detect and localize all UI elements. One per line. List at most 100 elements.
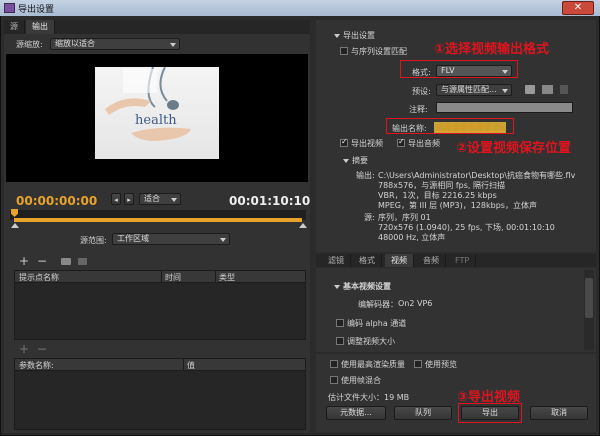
tab-video[interactable]: 视频 (385, 254, 414, 267)
video-basic-title: 基本视频设置 (343, 282, 391, 291)
left-tab-bar: 源 输出 (4, 20, 310, 34)
add-param-icon: + (19, 342, 30, 356)
mark-out-button[interactable]: ▸ (124, 193, 134, 205)
use-preview-label: 使用预览 (425, 360, 457, 369)
cue-col-time[interactable]: 时间 (165, 272, 181, 283)
cancel-button[interactable]: 取消 (530, 406, 588, 420)
source-range-dropdown[interactable]: 工作区域 (112, 233, 230, 245)
tab-format[interactable]: 格式 (353, 254, 382, 267)
match-sequence-label: 与序列设置匹配 (351, 47, 407, 56)
duration-timecode: 00:01:10:10 (229, 194, 311, 208)
in-point-icon[interactable] (11, 223, 19, 228)
cue-import-icon[interactable] (78, 258, 87, 265)
encode-alpha-label: 编码 alpha 通道 (347, 319, 407, 328)
cue-settings-icon[interactable] (61, 258, 71, 265)
col-divider (215, 271, 216, 283)
mark-in-button[interactable]: ◂ (111, 193, 121, 205)
source-range-label: 源范围: (80, 236, 107, 245)
collapse-icon (334, 284, 340, 289)
work-area-bar[interactable] (14, 218, 302, 222)
preset-dropdown[interactable]: 与源属性匹配... (436, 84, 512, 96)
comment-input[interactable] (436, 102, 573, 113)
remove-param-icon: − (37, 342, 48, 356)
app-icon (4, 3, 15, 13)
param-col-value[interactable]: 值 (187, 360, 195, 371)
source-range-value: 工作区域 (117, 234, 149, 243)
comment-label: 注释: (409, 105, 428, 114)
summary-source-label: 源: (364, 213, 375, 222)
param-col-name[interactable]: 参数名称: (19, 360, 54, 371)
tab-ftp[interactable]: FTP (449, 254, 477, 267)
param-table-header (15, 359, 305, 371)
summary-output-line: MPEG，第 III 层 (MP3)，128kbps，立体声 (378, 201, 537, 210)
format-highlight-box (400, 60, 518, 78)
annotation-1: ①选择视频输出格式 (434, 42, 550, 57)
summary-header[interactable]: 摘要 (343, 155, 368, 166)
scrollbar-thumb[interactable] (585, 278, 593, 318)
mark-out-icon: ▸ (127, 196, 131, 204)
out-point-icon[interactable] (299, 223, 307, 228)
tab-audio[interactable]: 音频 (417, 254, 446, 267)
encode-alpha-checkbox[interactable] (336, 319, 344, 327)
col-divider (183, 359, 184, 371)
chevron-down-icon (220, 238, 226, 242)
cue-col-type[interactable]: 类型 (219, 272, 235, 283)
chevron-down-icon (170, 43, 176, 47)
summary-source-line: 48000 Hz, 立体声 (378, 233, 446, 242)
preset-label: 预设: (412, 87, 431, 96)
delete-preset-icon[interactable] (560, 85, 568, 94)
use-preview-checkbox[interactable] (414, 360, 422, 368)
mark-in-icon: ◂ (114, 196, 118, 204)
tab-source[interactable]: 源 (4, 20, 25, 34)
frame-blend-checkbox[interactable] (330, 376, 338, 384)
current-timecode[interactable]: 00:00:00:00 (16, 194, 97, 208)
chevron-down-icon (502, 89, 508, 93)
max-quality-checkbox[interactable] (330, 360, 338, 368)
tab-filters[interactable]: 滤镜 (322, 254, 351, 267)
cue-points-table: 提示点名称 时间 类型 (14, 270, 306, 340)
source-scale-label: 源缩放: (16, 40, 43, 49)
metadata-button[interactable]: 元数据... (326, 406, 386, 420)
match-sequence-checkbox[interactable] (340, 47, 348, 55)
export-highlight-box (458, 403, 522, 423)
source-scale-dropdown[interactable]: 缩放以适合 (50, 38, 180, 50)
estimated-size: 估计文件大小：19 MB (328, 393, 410, 402)
preview-frame: health (95, 66, 219, 159)
summary-output-label: 输出: (356, 171, 375, 180)
video-basic-header[interactable]: 基本视频设置 (334, 281, 391, 292)
source-scale-value: 缩放以适合 (55, 39, 95, 48)
window-title: 导出设置 (18, 5, 55, 15)
summary-title: 摘要 (352, 156, 368, 165)
output-name-highlight-box (386, 118, 514, 134)
frame-blend-label: 使用帧混合 (341, 376, 381, 385)
export-settings-title: 导出设置 (343, 31, 375, 40)
export-video-checkbox[interactable] (340, 137, 348, 147)
remove-cue-icon[interactable]: − (37, 254, 47, 268)
collapse-icon (343, 158, 349, 163)
preset-value: 与源属性匹配... (441, 85, 497, 94)
max-quality-label: 使用最高渲染质量 (341, 360, 405, 369)
codec-value: On2 VP6 (398, 299, 433, 308)
save-preset-icon[interactable] (525, 85, 535, 94)
collapse-icon (334, 33, 340, 38)
annotation-2: ②设置视频保存位置 (456, 141, 572, 156)
preview-caption: health (135, 113, 177, 128)
add-cue-icon[interactable]: + (19, 254, 29, 268)
tab-output[interactable]: 输出 (26, 20, 55, 34)
zoom-fit-value: 适合 (144, 194, 160, 203)
title-bar: 导出设置 ✕ (0, 0, 600, 16)
import-preset-icon[interactable] (542, 85, 553, 94)
parameters-table: 参数名称: 值 (14, 358, 306, 430)
export-video-label: 导出视频 (351, 139, 383, 148)
close-button[interactable]: ✕ (562, 1, 594, 15)
export-settings-header[interactable]: 导出设置 (334, 30, 375, 41)
resize-video-label: 调整视频大小 (347, 337, 395, 346)
resize-video-checkbox[interactable] (336, 337, 344, 345)
queue-button[interactable]: 队列 (394, 406, 452, 420)
col-divider (161, 271, 162, 283)
zoom-fit-dropdown[interactable]: 适合 (139, 193, 181, 205)
export-audio-checkbox[interactable] (397, 137, 405, 147)
codec-label: 编解码器： (358, 300, 398, 309)
chevron-down-icon (171, 198, 177, 202)
cue-col-name[interactable]: 提示点名称 (19, 272, 59, 283)
